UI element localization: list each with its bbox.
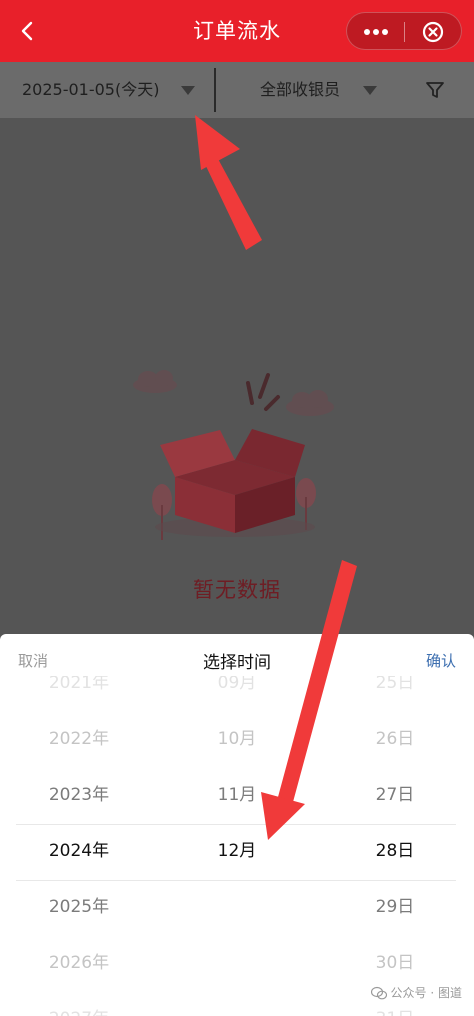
filter-bar: 2025-01-05(今天) 全部收银员 [0,62,474,118]
caret-down-icon[interactable] [363,86,377,95]
day-option-selected[interactable]: 28日 [316,823,474,879]
month-wheel[interactable]: 09月 10月 11月 12月 [158,676,316,1016]
more-button[interactable] [347,13,404,51]
date-picker-wheels: 2021年 2022年 2023年 2024年 2025年 2026年 2027… [0,676,474,1016]
day-option[interactable]: 29日 [316,879,474,935]
year-wheel[interactable]: 2021年 2022年 2023年 2024年 2025年 2026年 2027… [0,676,158,1016]
month-option-selected[interactable]: 12月 [158,823,316,879]
wechat-icon [370,986,387,999]
caret-down-icon[interactable] [181,86,195,95]
app-header: 订单流水 [0,0,474,62]
watermark-text: 公众号 · 图道 [390,986,462,1000]
day-option[interactable]: 27日 [316,767,474,823]
cloud-icon [286,390,334,416]
close-circle-icon [422,21,443,43]
confirm-button[interactable]: 确认 [426,650,456,671]
cloud-icon [133,370,177,393]
month-option[interactable]: 11月 [158,767,316,823]
day-option[interactable]: 26日 [316,711,474,767]
day-option[interactable]: 25日 [316,676,474,711]
filter-button[interactable] [424,79,446,101]
year-option[interactable]: 2021年 [0,676,158,711]
year-option[interactable]: 2022年 [0,711,158,767]
annotation-arrow-up [195,115,262,250]
month-option[interactable]: 10月 [158,711,316,767]
year-option[interactable]: 2025年 [0,879,158,935]
date-filter[interactable]: 2025-01-05(今天) [22,62,159,118]
day-wheel[interactable]: 25日 26日 27日 28日 29日 30日 31日 [316,676,474,1016]
ellipsis-icon [363,29,388,35]
filter-divider [214,68,216,112]
funnel-icon [426,82,444,98]
month-option[interactable]: 09月 [158,676,316,711]
empty-box-illustration [120,365,350,555]
mini-program-capsule [346,12,462,50]
picker-title: 选择时间 [203,653,271,673]
close-button[interactable] [404,13,461,51]
year-option[interactable]: 2027年 [0,991,158,1016]
year-option-selected[interactable]: 2024年 [0,823,158,879]
empty-state-text: 暂无数据 [193,578,281,602]
year-option[interactable]: 2026年 [0,935,158,991]
year-option[interactable]: 2023年 [0,767,158,823]
day-option[interactable]: 30日 [316,935,474,991]
sparkle-icon [246,373,280,411]
watermark: 公众号 · 图道 [370,984,462,1001]
date-picker-sheet: 取消 选择时间 确认 2021年 2022年 2023年 2024年 2025年… [0,634,474,1016]
cashier-filter[interactable]: 全部收银员 [260,62,340,118]
